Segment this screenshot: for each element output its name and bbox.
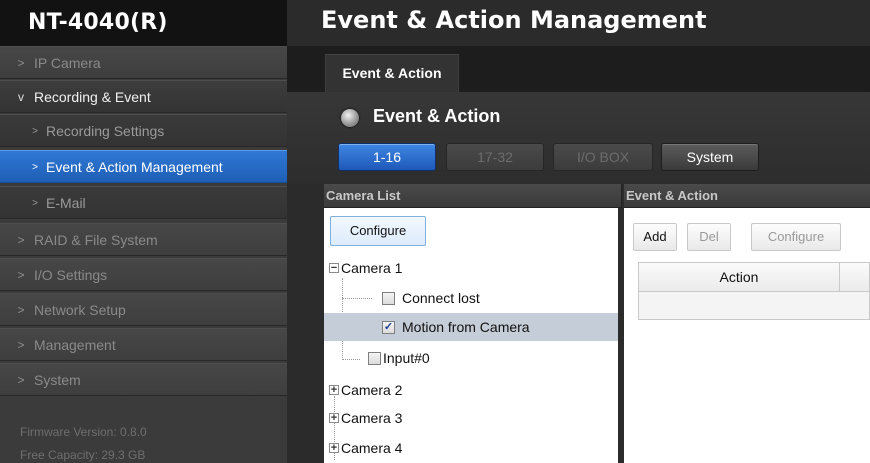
add-button[interactable]: Add <box>633 223 677 251</box>
page-title: Event & Action Management <box>321 6 707 34</box>
chevron-right-icon: > <box>17 268 25 282</box>
event-action-header: Event & Action <box>624 184 870 208</box>
sidebar-item-label: Recording Settings <box>46 123 165 139</box>
chevron-down-icon: v <box>18 90 24 104</box>
sidebar-item-label: I/O Settings <box>34 267 108 283</box>
tree-node-label: Camera 2 <box>341 382 403 398</box>
column-header-action[interactable]: Action <box>639 263 840 291</box>
tree-node-label: Camera 1 <box>341 260 403 276</box>
sidebar: NT-4040(R) > IP Camera v Recording & Eve… <box>0 0 287 463</box>
sidebar-item-recording-event[interactable]: v Recording & Event <box>0 80 287 113</box>
sidebar-item-raid-file-system[interactable]: > RAID & File System <box>0 223 287 256</box>
checkbox-checked-icon[interactable]: ✓ <box>382 321 395 334</box>
system-button[interactable]: System <box>661 143 759 171</box>
chevron-right-icon: > <box>32 198 38 209</box>
main-content: Event & Action Management Event & Action… <box>287 0 870 463</box>
configure-action-button[interactable]: Configure <box>751 223 841 251</box>
tree-node-label: Input#0 <box>383 350 430 366</box>
chevron-right-icon: > <box>32 162 38 173</box>
section-header: Event & Action 1-16 17-32 I/O BOX System <box>287 92 870 184</box>
sidebar-item-system[interactable]: > System <box>0 363 287 396</box>
sidebar-item-label: Event & Action Management <box>46 159 223 175</box>
chevron-right-icon: > <box>17 303 25 317</box>
firmware-version: Firmware Version: 0.8.0 <box>20 425 147 439</box>
sidebar-item-label: IP Camera <box>34 55 101 71</box>
sidebar-item-label: Recording & Event <box>34 89 151 105</box>
chevron-right-icon: > <box>32 126 38 137</box>
sidebar-item-io-settings[interactable]: > I/O Settings <box>0 258 287 291</box>
chevron-right-icon: > <box>17 338 25 352</box>
sidebar-item-recording-settings[interactable]: > Recording Settings <box>0 114 287 147</box>
device-model-title: NT-4040(R) <box>0 0 287 46</box>
range-17-32-button[interactable]: 17-32 <box>446 143 544 171</box>
configure-camera-button[interactable]: Configure <box>330 216 426 246</box>
tree-node-motion-from-camera[interactable]: ✓ Motion from Camera <box>324 313 618 341</box>
delete-button[interactable]: Del <box>687 223 731 251</box>
tree-node-camera-4[interactable]: + Camera 4 <box>324 434 618 462</box>
checkbox-unchecked-icon[interactable] <box>368 352 381 365</box>
sidebar-item-label: Management <box>34 337 116 353</box>
chevron-right-icon: > <box>17 373 25 387</box>
event-action-pane: Add Del Configure Action <box>624 208 870 463</box>
io-box-button[interactable]: I/O BOX <box>553 143 653 171</box>
tree-node-camera-1[interactable]: − Camera 1 <box>324 254 618 282</box>
tree-node-label: Camera 4 <box>341 440 403 456</box>
section-title: Event & Action <box>373 106 501 126</box>
tab-event-action[interactable]: Event & Action <box>325 54 459 92</box>
tree-node-label: Camera 3 <box>341 410 403 426</box>
sidebar-item-management[interactable]: > Management <box>0 328 287 361</box>
sidebar-item-label: E-Mail <box>46 195 86 211</box>
sidebar-item-label: RAID & File System <box>34 232 158 248</box>
tab-bar: Event & Action <box>287 46 870 92</box>
tree-node-camera-3[interactable]: + Camera 3 <box>324 404 618 432</box>
tree-node-label: Connect lost <box>402 290 480 306</box>
sidebar-item-network-setup[interactable]: > Network Setup <box>0 293 287 326</box>
sidebar-item-ip-camera[interactable]: > IP Camera <box>0 46 287 79</box>
action-table-empty-row <box>638 292 870 320</box>
tree-node-input-0[interactable]: Input#0 <box>324 344 618 372</box>
checkbox-unchecked-icon[interactable] <box>382 292 395 305</box>
status-bulb-icon <box>341 109 359 127</box>
sidebar-item-label: Network Setup <box>34 302 126 318</box>
chevron-right-icon: > <box>17 56 25 70</box>
expand-icon[interactable]: + <box>329 443 339 454</box>
action-table-header: Action <box>638 262 870 292</box>
expand-icon[interactable]: + <box>329 385 339 396</box>
expand-icon[interactable]: + <box>329 413 339 424</box>
sidebar-item-event-action-management[interactable]: > Event & Action Management <box>0 150 287 183</box>
range-1-16-button[interactable]: 1-16 <box>338 143 436 171</box>
tree-node-label: Motion from Camera <box>402 319 530 335</box>
sidebar-item-label: System <box>34 372 81 388</box>
sidebar-item-email[interactable]: > E-Mail <box>0 186 287 219</box>
camera-list-header: Camera List <box>324 184 622 208</box>
tree-node-connect-lost[interactable]: Connect lost <box>324 284 618 312</box>
tree-node-camera-2[interactable]: + Camera 2 <box>324 376 618 404</box>
collapse-icon[interactable]: − <box>329 263 339 274</box>
free-capacity: Free Capacity: 29.3 GB <box>20 448 146 462</box>
camera-list-pane: Configure − Camera 1 Connect lost ✓ Moti… <box>324 208 618 463</box>
chevron-right-icon: > <box>17 233 25 247</box>
